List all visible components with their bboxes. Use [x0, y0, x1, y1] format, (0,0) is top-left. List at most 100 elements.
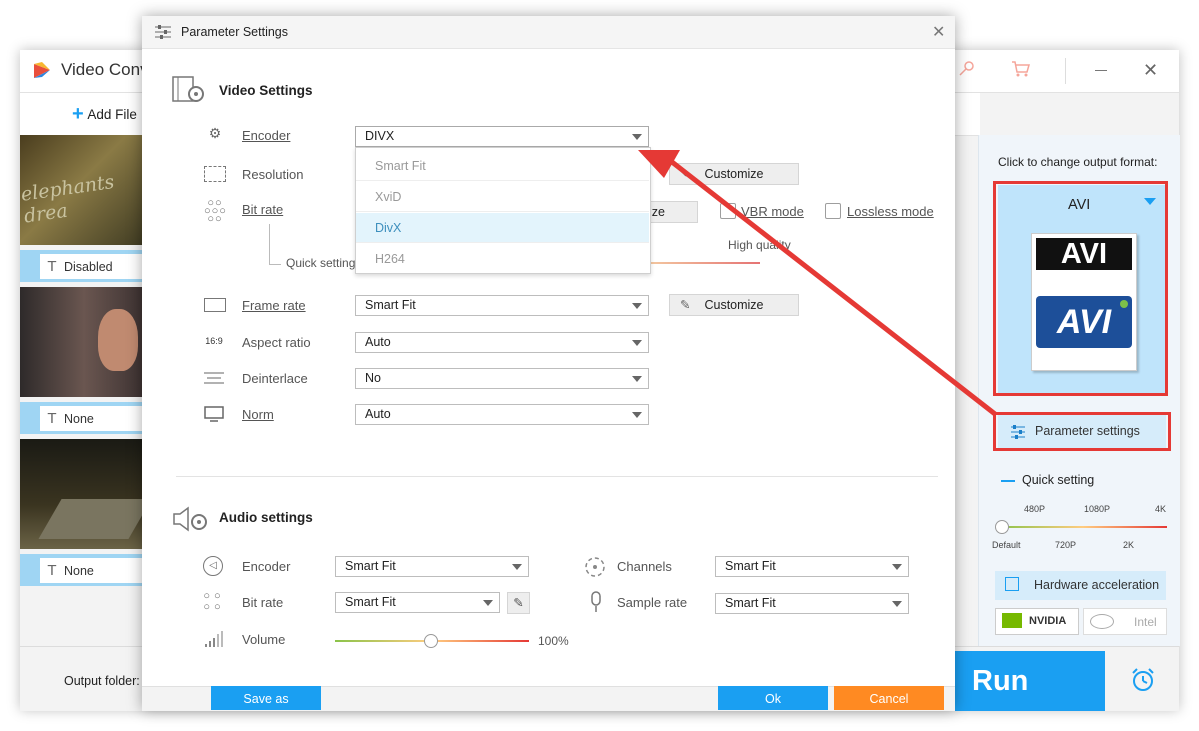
chevron-down-icon: [892, 564, 902, 570]
resolution-customize-button[interactable]: ✎ Customize: [669, 163, 799, 185]
alarm-clock-icon[interactable]: [1130, 667, 1156, 693]
encoder-option-xvid[interactable]: XviD: [356, 182, 649, 212]
audio-settings-icon: [173, 506, 207, 532]
volume-value: 100%: [538, 634, 569, 648]
encoder-option-h264[interactable]: H264: [356, 244, 649, 274]
deinterlace-label: Deinterlace: [242, 371, 308, 386]
section-divider: [176, 476, 938, 477]
quality-label: 720P: [1055, 540, 1077, 550]
close-app-button[interactable]: ✕: [1143, 60, 1158, 81]
audio-bitrate-select[interactable]: Smart Fit: [335, 592, 500, 613]
pencil-icon: ✎: [680, 298, 691, 312]
app-logo-icon: [34, 62, 50, 78]
audio-bitrate-icon: ○○ ○○: [203, 590, 225, 613]
high-quality-label: High quality: [728, 238, 791, 252]
norm-select[interactable]: Auto: [355, 404, 649, 425]
frame-rate-icon: [204, 298, 226, 312]
dialog-close-button[interactable]: ✕: [932, 22, 945, 42]
speaker-icon: ◁: [203, 556, 223, 576]
quick-setting-icon: [1001, 480, 1015, 482]
bitrate-quality-slider[interactable]: [649, 262, 760, 264]
chevron-down-icon: [483, 600, 493, 606]
sample-rate-value: Smart Fit: [725, 596, 776, 610]
cart-icon[interactable]: [1011, 60, 1031, 78]
output-folder-label: Output folder:: [64, 674, 140, 688]
thumbnail-art: [38, 499, 148, 539]
lossless-mode-label[interactable]: Lossless mode: [847, 204, 934, 219]
hardware-acceleration-button[interactable]: Hardware acceleration: [995, 571, 1166, 600]
frame-rate-label[interactable]: Frame rate: [242, 298, 306, 313]
video-thumbnail[interactable]: [20, 287, 148, 397]
frame-rate-select[interactable]: Smart Fit: [355, 295, 649, 316]
frame-rate-customize-button[interactable]: ✎ Customize: [669, 294, 799, 316]
key-icon[interactable]: [957, 60, 975, 78]
add-files-button[interactable]: + Add File: [72, 103, 137, 126]
annotation-parameter-highlight: [993, 412, 1171, 451]
video-thumbnail[interactable]: [20, 439, 148, 549]
video-encoder-select[interactable]: DIVX: [355, 126, 649, 147]
intel-option[interactable]: Intel: [1083, 608, 1167, 635]
cancel-button[interactable]: Cancel: [834, 686, 944, 710]
volume-slider-handle[interactable]: [424, 634, 439, 648]
run-button[interactable]: Run: [955, 651, 1105, 711]
nvidia-option[interactable]: NVIDIA: [995, 608, 1079, 635]
encoder-option-smart-fit[interactable]: Smart Fit: [356, 151, 649, 181]
text-icon: T: [47, 410, 57, 427]
dialog-titlebar: Parameter Settings ✕: [142, 16, 955, 49]
quality-slider-handle[interactable]: [995, 520, 1009, 534]
thumbnail-art: [98, 309, 138, 371]
video-settings-icon: [172, 76, 204, 102]
save-as-button[interactable]: Save as: [211, 686, 321, 710]
bitrate-label[interactable]: Bit rate: [242, 202, 283, 217]
channels-select[interactable]: Smart Fit: [715, 556, 909, 577]
chevron-down-icon: [632, 303, 642, 309]
output-hint: Click to change output format:: [998, 155, 1158, 169]
encoder-option-divx[interactable]: DivX: [356, 213, 649, 243]
audio-encoder-label: Encoder: [242, 559, 291, 574]
nvidia-label: NVIDIA: [1029, 615, 1067, 627]
aspect-ratio-select[interactable]: Auto: [355, 332, 649, 353]
vbr-mode-checkbox[interactable]: [720, 203, 736, 219]
minimize-button[interactable]: [1095, 70, 1107, 71]
resolution-label: Resolution: [242, 167, 304, 182]
sample-rate-select[interactable]: Smart Fit: [715, 593, 909, 614]
chip-icon: [1005, 577, 1019, 591]
encoder-label[interactable]: Encoder: [242, 128, 290, 143]
customize-label: Customize: [704, 298, 764, 312]
norm-label[interactable]: Norm: [242, 407, 274, 422]
channels-icon: [585, 557, 605, 577]
subtitle-select[interactable]: T None: [40, 406, 145, 431]
tree-connector: [269, 264, 281, 265]
quick-setting-label: Quick setting: [1022, 473, 1095, 487]
text-icon: T: [47, 258, 57, 275]
microphone-icon: [591, 591, 601, 612]
lossless-mode-checkbox[interactable]: [825, 203, 841, 219]
resolution-icon: [204, 166, 226, 182]
vbr-mode-label[interactable]: VBR mode: [741, 204, 804, 219]
quality-label: 1080P: [1084, 504, 1111, 514]
chevron-down-icon: [892, 601, 902, 607]
aspect-ratio-value: Auto: [365, 335, 391, 349]
tree-connector: [269, 224, 270, 264]
aspect-ratio-label: Aspect ratio: [242, 335, 311, 350]
annotation-format-highlight: [993, 181, 1168, 396]
deinterlace-select[interactable]: No: [355, 368, 649, 389]
frame-rate-value: Smart Fit: [365, 298, 416, 312]
audio-bitrate-edit-button[interactable]: ✎: [507, 592, 530, 614]
titlebar-divider: [1065, 58, 1066, 84]
subtitle-select[interactable]: T Disabled: [40, 254, 145, 279]
audio-encoder-select[interactable]: Smart Fit: [335, 556, 529, 577]
quality-slider-track[interactable]: [999, 526, 1167, 528]
quality-label: Default: [992, 540, 1021, 550]
settings-sliders-icon: [155, 25, 171, 39]
audio-bitrate-label: Bit rate: [242, 595, 284, 610]
chevron-down-icon: [632, 134, 642, 140]
norm-value: Auto: [365, 407, 391, 421]
monitor-icon: [204, 406, 224, 422]
volume-label: Volume: [242, 632, 286, 647]
audio-settings-heading: Audio settings: [219, 510, 313, 525]
deinterlace-icon: [204, 372, 224, 384]
subtitle-select[interactable]: T None: [40, 558, 145, 583]
video-thumbnail[interactable]: elephants drea: [20, 135, 148, 245]
ok-button[interactable]: Ok: [718, 686, 828, 710]
